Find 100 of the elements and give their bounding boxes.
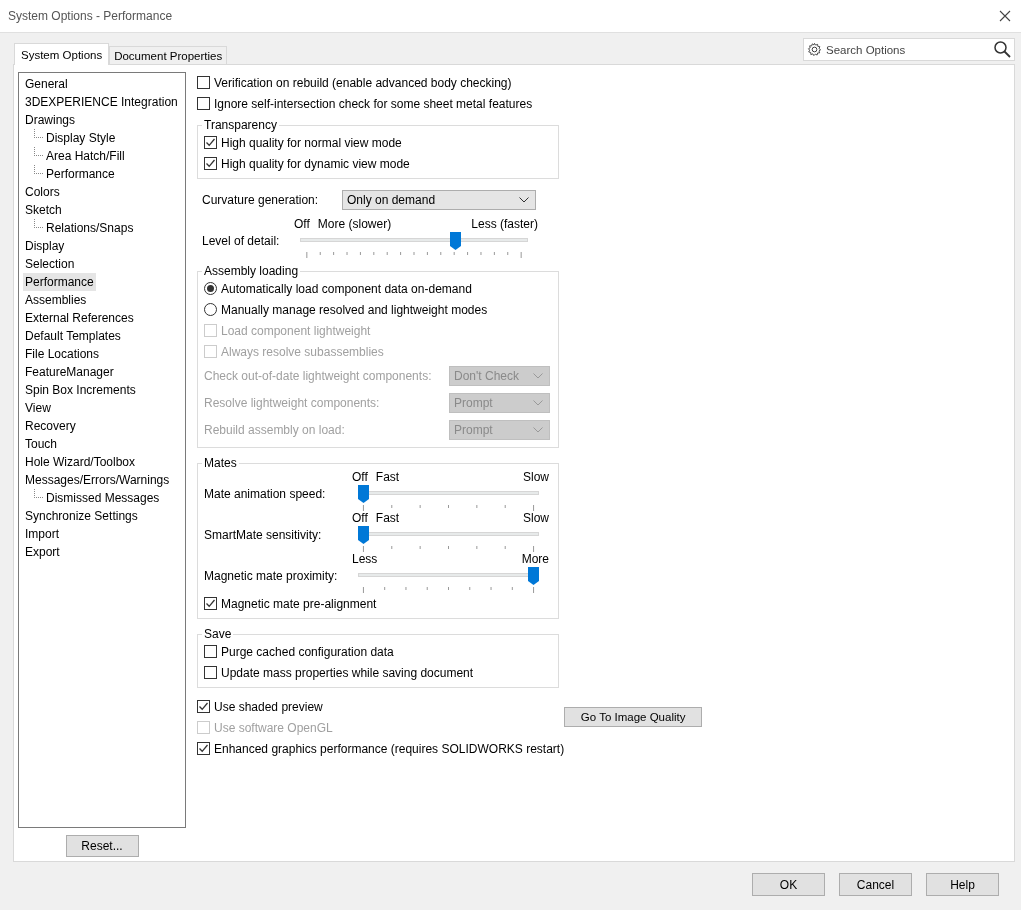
scale-label: Slow <box>523 511 549 526</box>
search-icon[interactable] <box>993 40 1011 58</box>
chevron-down-icon <box>533 426 543 433</box>
tree-item[interactable]: View <box>23 399 53 417</box>
slider-thumb[interactable] <box>449 232 461 250</box>
tree-item[interactable]: Display Style <box>44 129 118 147</box>
scale-label: Off <box>294 217 310 232</box>
tree-item[interactable]: Spin Box Increments <box>23 381 138 399</box>
checkbox[interactable] <box>197 742 210 755</box>
checkbox-label: Enhanced graphics performance (requires SOLIDWORKS restart) <box>214 741 565 756</box>
slider-label: Level of detail: <box>202 234 281 248</box>
tree-line <box>34 165 43 174</box>
tree-item[interactable]: Sketch <box>23 201 64 219</box>
radio-label: Automatically load component data on-demand <box>221 281 472 296</box>
tab[interactable]: Document Properties <box>109 46 228 64</box>
checkbox[interactable] <box>204 666 217 679</box>
checkbox-label: Use software OpenGL <box>214 720 333 735</box>
dialog-button[interactable]: OK <box>752 873 825 896</box>
checkbox[interactable] <box>197 700 210 713</box>
scale-label: Fast <box>375 511 400 526</box>
tree-item[interactable]: File Locations <box>23 345 102 363</box>
slider-label: Magnetic mate proximity: <box>204 569 339 583</box>
tree-item[interactable]: Area Hatch/Fill <box>44 147 127 165</box>
reset-button[interactable]: Reset... <box>65 835 139 857</box>
tree-item[interactable]: Performance <box>44 165 117 183</box>
checkbox-label: Magnetic mate pre-alignment <box>221 596 377 611</box>
chevron-down-icon <box>533 372 543 379</box>
tree-item[interactable]: Drawings <box>23 111 77 129</box>
checkbox-label: Always resolve subassemblies <box>221 344 384 359</box>
tree-item[interactable]: Hole Wizard/Toolbox <box>23 453 138 471</box>
tree-item[interactable]: Selection <box>23 255 77 273</box>
tree-line <box>34 219 43 228</box>
dropdown-label: Resolve lightweight components: <box>204 395 381 410</box>
close-icon[interactable] <box>999 10 1011 22</box>
image-quality-button[interactable]: Go To Image Quality <box>564 707 703 727</box>
tree-item[interactable]: Synchronize Settings <box>23 507 140 525</box>
tree-item[interactable]: Import <box>23 525 61 543</box>
dialog-button[interactable]: Cancel <box>839 873 912 896</box>
checkbox[interactable] <box>204 136 217 149</box>
scale-label: More (slower) <box>317 217 392 232</box>
tree-item[interactable]: Performance <box>23 273 96 291</box>
checkbox[interactable] <box>204 597 217 610</box>
tree-item[interactable]: Messages/Errors/Warnings <box>23 471 172 489</box>
tree-item[interactable]: External References <box>23 309 136 327</box>
checkbox-label: Use shaded preview <box>214 699 323 714</box>
tree-item[interactable]: General <box>23 75 70 93</box>
checkbox[interactable] <box>197 76 210 89</box>
slider-label: SmartMate sensitivity: <box>204 528 323 542</box>
tree-item[interactable]: Colors <box>23 183 62 201</box>
tab[interactable]: System Options <box>14 43 110 65</box>
tree-item[interactable]: Recovery <box>23 417 78 435</box>
checkbox[interactable] <box>204 157 217 170</box>
checkbox-label: Ignore self-intersection check for some sheet metal features <box>214 96 533 111</box>
tree-item[interactable]: 3DEXPERIENCE Integration <box>23 93 180 111</box>
chevron-down-icon <box>519 197 529 203</box>
scale-label: Off <box>352 511 368 526</box>
checkbox[interactable] <box>204 645 217 658</box>
checkbox-label: Verification on rebuild (enable advanced body checking) <box>214 75 512 90</box>
slider-thumb[interactable] <box>358 526 369 544</box>
slider-label: Mate animation speed: <box>204 487 327 501</box>
slider-thumb[interactable] <box>358 485 369 503</box>
checkbox-label: Purge cached configuration data <box>221 644 394 659</box>
tree-item[interactable]: Export <box>23 543 62 561</box>
scale-label: Slow <box>523 470 549 485</box>
slider[interactable] <box>358 485 539 503</box>
tree-line <box>34 129 43 138</box>
scale-label: Off <box>352 470 368 485</box>
slider-thumb[interactable] <box>528 567 539 585</box>
tree-item[interactable]: Assemblies <box>23 291 89 309</box>
search-field[interactable]: Search Options <box>803 38 1015 61</box>
dropdown-label: Check out-of-date lightweight components: <box>204 368 433 383</box>
scale-label: Fast <box>375 470 400 485</box>
gear-icon <box>807 42 822 57</box>
tree-item[interactable]: Touch <box>23 435 60 453</box>
chevron-down-icon <box>533 399 543 406</box>
scale-label: Less (faster) <box>471 217 538 232</box>
radio-label: Manually manage resolved and lightweight modes <box>221 302 488 317</box>
checkbox-label: High quality for normal view mode <box>221 135 402 150</box>
tree-item[interactable]: Dismissed Messages <box>44 489 162 507</box>
slider[interactable] <box>358 526 539 544</box>
tree-item[interactable]: Default Templates <box>23 327 123 345</box>
window-title: System Options - Performance <box>8 9 173 23</box>
dropdown-label: Curvature generation: <box>202 193 320 207</box>
dropdown[interactable]: Only on demand <box>342 190 536 210</box>
group-title: Assembly loading <box>203 264 300 278</box>
slider[interactable] <box>300 232 528 250</box>
dialog-button[interactable]: Help <box>926 873 999 896</box>
checkbox-label: High quality for dynamic view mode <box>221 156 410 171</box>
tree-line <box>34 489 43 498</box>
tree-item[interactable]: Display <box>23 237 67 255</box>
slider[interactable] <box>358 567 539 585</box>
scale-label: More <box>521 552 549 567</box>
group-title: Save <box>203 627 233 641</box>
scale-label: Less <box>352 552 378 567</box>
tree-item[interactable]: Relations/Snaps <box>44 219 136 237</box>
group-title: Transparency <box>203 118 278 132</box>
group-title: Mates <box>203 456 238 470</box>
checkbox[interactable] <box>197 97 210 110</box>
tree-item[interactable]: FeatureManager <box>23 363 116 381</box>
checkbox-label: Load component lightweight <box>221 323 371 338</box>
